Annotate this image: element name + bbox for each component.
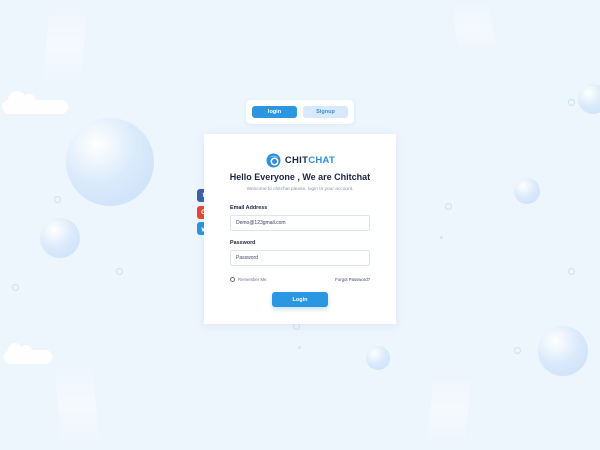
page-title: Hello Everyone , We are Chitchat	[229, 172, 371, 182]
bubble-decoration	[54, 196, 61, 203]
tab-signup[interactable]: Signup	[303, 106, 348, 118]
login-button[interactable]: Login	[272, 292, 328, 307]
bubble-decoration	[514, 347, 521, 354]
tab-login[interactable]: login	[252, 106, 297, 118]
bubble-decoration	[514, 178, 540, 204]
auth-tab-bar: login Signup	[246, 100, 354, 124]
remember-me-checkbox[interactable]	[230, 277, 235, 282]
bubble-decoration	[440, 236, 443, 239]
bubble-decoration	[40, 218, 80, 258]
bubble-decoration	[116, 268, 123, 275]
bubble-decoration	[298, 346, 301, 349]
light-beam	[425, 370, 473, 450]
brand-logo: CHITCHAT	[204, 152, 396, 169]
brand-name-main: CHIT	[284, 155, 309, 166]
forgot-password-link[interactable]: Forgot Password?	[335, 277, 370, 282]
bubble-decoration	[445, 203, 452, 210]
chat-bubble-icon	[266, 153, 281, 168]
password-label: Password	[230, 240, 256, 246]
password-field[interactable]	[230, 250, 370, 266]
bubble-decoration	[66, 118, 154, 206]
remember-me-label: Remember Me.	[238, 277, 268, 282]
remember-me[interactable]: Remember Me.	[230, 277, 268, 282]
bubble-decoration	[568, 99, 575, 106]
cloud-shape	[2, 91, 68, 114]
light-beam	[53, 360, 101, 450]
bubble-decoration	[538, 326, 588, 376]
brand-name: CHITCHAT	[285, 155, 335, 166]
bubble-decoration	[568, 268, 575, 275]
email-field[interactable]	[230, 215, 370, 231]
bubble-decoration	[293, 323, 300, 330]
bubble-decoration	[366, 346, 390, 370]
bubble-decoration	[578, 84, 600, 114]
light-beam	[41, 0, 89, 90]
brand-name-accent: CHAT	[308, 155, 336, 166]
email-label: Email Address	[230, 205, 268, 211]
login-card: CHITCHAT Hello Everyone , We are Chitcha…	[204, 134, 396, 324]
light-beam	[451, 0, 497, 55]
bubble-decoration	[12, 284, 19, 291]
page-subtitle: Welcome to chitchat please, login to you…	[246, 187, 354, 192]
cloud-shape	[4, 343, 52, 364]
